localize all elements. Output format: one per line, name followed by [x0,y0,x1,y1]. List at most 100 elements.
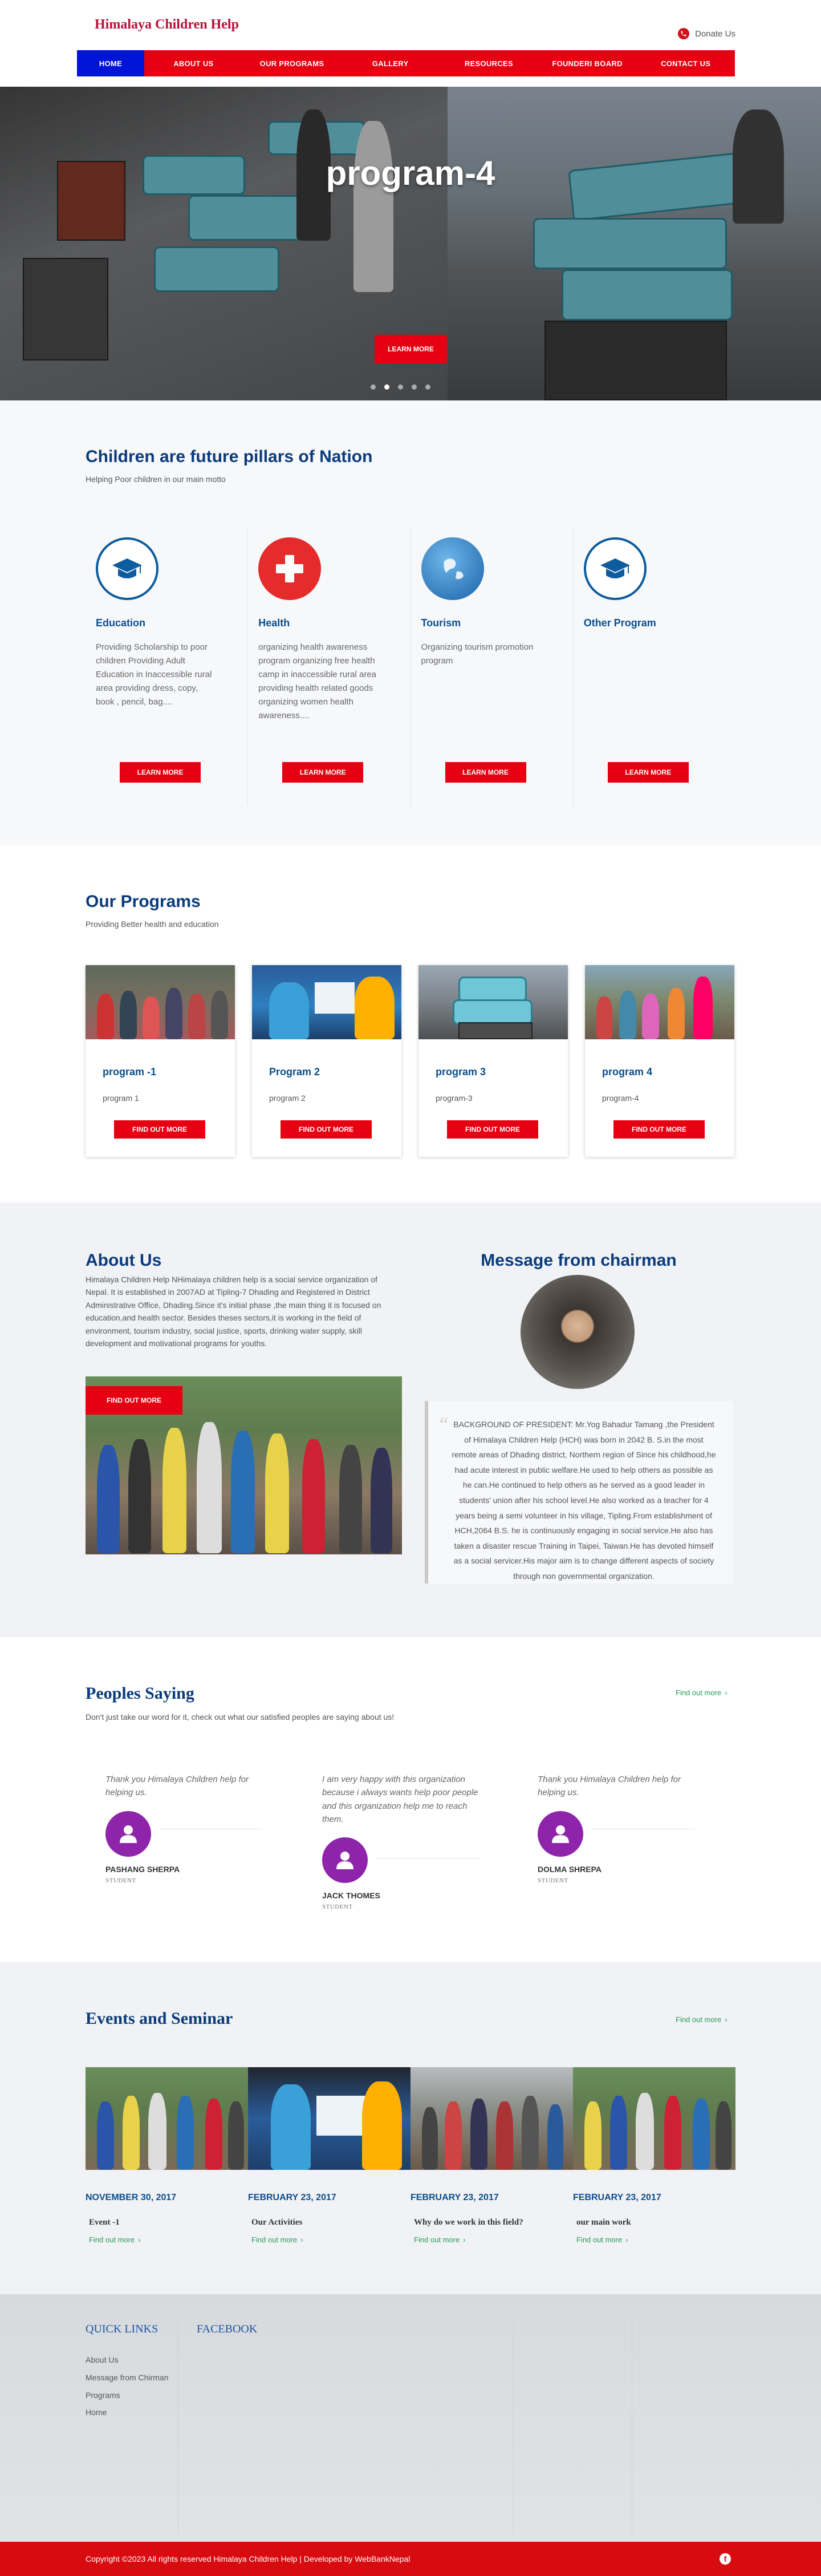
program-find-out-more-button[interactable]: FIND OUT MORE [281,1120,372,1139]
event-card[interactable]: FEBRUARY 23, 2017 Why do we work in this… [410,2067,573,2244]
testimonial-card: I am very happy with this organization b… [322,1773,482,1910]
program-title: program -1 [103,1066,157,1078]
program-card[interactable]: program -1 program 1 FIND OUT MORE [86,965,235,1157]
footer-link-programs[interactable]: Programs [86,2387,169,2404]
quote-icon: “ [440,1414,449,1435]
pillar-other-program: Other Program LEARN MORE [574,526,735,805]
chairman-message-text: BACKGROUND OF PRESIDENT: Mr.Yog Bahadur … [452,1420,716,1581]
hero-title: program-4 [326,154,495,192]
slider-dot[interactable] [371,384,376,390]
pillar-text: organizing health awareness program orga… [258,642,377,720]
program-image [252,965,401,1039]
program-find-out-more-button[interactable]: FIND OUT MORE [613,1120,705,1139]
chairman-message: “ BACKGROUND OF PRESIDENT: Mr.Yog Bahadu… [425,1401,733,1583]
hero-slider: program-4 LEARN MORE [0,87,821,400]
slider-dot-active[interactable] [384,384,389,390]
event-find-more-link[interactable]: Find out more › [576,2235,735,2244]
pillars-section: Children are future pillars of Nation He… [0,400,821,845]
testimonial-name: JACK THOMES [322,1891,380,1900]
slider-dot[interactable] [425,384,430,390]
program-card[interactable]: program 4 program-4 FIND OUT MORE [585,965,734,1157]
program-find-out-more-button[interactable]: FIND OUT MORE [447,1120,538,1139]
footer-link-home[interactable]: Home [86,2404,169,2421]
pillar-learn-more-button[interactable]: LEARN MORE [607,762,689,783]
event-card[interactable]: NOVEMBER 30, 2017 Event -1 Find out more… [86,2067,248,2244]
program-image [585,965,734,1039]
event-date: NOVEMBER 30, 2017 [86,2193,177,2202]
testimonial-name: DOLMA SHREPA [538,1864,601,1874]
event-image [248,2067,410,2170]
event-title: Event -1 [89,2218,120,2227]
chevron-right-icon: › [138,2235,141,2244]
footer-link-about-us[interactable]: About Us [86,2351,169,2369]
program-find-out-more-button[interactable]: FIND OUT MORE [114,1120,205,1139]
testimonial-role: STUDENT [538,1877,568,1884]
slider-dot[interactable] [412,384,417,390]
slider-dot[interactable] [398,384,403,390]
program-text: program 1 [103,1093,139,1103]
nav-gallery[interactable]: GALLERY [341,50,440,76]
pillar-name: Tourism [421,617,461,629]
events-section: Events and Seminar Find out more › NOVEM… [0,1962,821,2294]
program-card[interactable]: program 3 program-3 FIND OUT MORE [418,965,568,1157]
program-title: Program 2 [269,1066,320,1078]
event-find-more-link[interactable]: Find out more › [414,2235,573,2244]
event-date: FEBRUARY 23, 2017 [410,2193,499,2202]
site-footer: QUICK LINKS FACEBOOK About Us Message fr… [0,2294,821,2542]
nav-our-programs[interactable]: OUR PROGRAMS [243,50,342,76]
pillar-name: Health [258,617,290,629]
pillar-name: Education [96,617,146,629]
graduation-cap-icon [96,537,158,600]
user-avatar-icon [322,1837,368,1883]
main-nav: HOME ABOUT US OUR PROGRAMS GALLERY RESOU… [77,50,735,76]
testimonial-card: Thank you Himalaya Children help for hel… [105,1773,265,1884]
nav-founder-board[interactable]: FOUNDERI BOARD [538,50,637,76]
program-text: program-4 [602,1093,639,1103]
copyright-bar: Copyright ©2023 All rights reserved Hima… [0,2542,821,2576]
pillar-name: Other Program [583,617,656,629]
event-title: our main work [576,2218,631,2227]
programs-section: Our Programs Providing Better health and… [0,845,821,1202]
program-text: program-3 [436,1093,473,1103]
event-card[interactable]: FEBRUARY 23, 2017 Our Activities Find ou… [248,2067,410,2244]
chevron-right-icon: › [300,2235,303,2244]
programs-subtitle: Providing Better health and education [86,920,219,929]
event-find-more-link[interactable]: Find out more › [89,2235,248,2244]
facebook-icon[interactable]: f [720,2553,731,2565]
testimonials-find-more-link[interactable]: Find out more › [676,1688,727,1697]
pillar-learn-more-button[interactable]: LEARN MORE [120,762,201,783]
program-image [86,965,235,1039]
footer-link-message-from-chairman[interactable]: Message from Chirman [86,2369,169,2387]
event-card[interactable]: FEBRUARY 23, 2017 our main work Find out… [573,2067,735,2244]
testimonials-title: Peoples Saying [86,1684,194,1703]
about-section: About Us Himalaya Children Help NHimalay… [0,1202,821,1637]
nav-home[interactable]: HOME [77,50,144,76]
event-title: Why do we work in this field? [414,2218,523,2227]
nav-resources[interactable]: RESOURCES [440,50,538,76]
hero-learn-more-button[interactable]: LEARN MORE [375,335,447,363]
site-logo[interactable]: Himalaya Children Help [95,17,239,33]
event-find-more-link[interactable]: Find out more › [251,2235,410,2244]
donate-link[interactable]: Donate Us [678,28,735,39]
about-text: Himalaya Children Help NHimalaya childre… [86,1275,381,1348]
program-card[interactable]: Program 2 program 2 FIND OUT MORE [252,965,401,1157]
site-header: Himalaya Children Help Donate Us [0,0,821,50]
testimonial-quote: Thank you Himalaya Children help for hel… [105,1775,249,1798]
nav-about-us[interactable]: ABOUT US [144,50,243,76]
quick-links-title: QUICK LINKS [86,2323,158,2335]
events-title: Events and Seminar [86,2009,233,2028]
nav-contact-us[interactable]: CONTACT US [636,50,735,76]
event-image [573,2067,735,2170]
pillar-learn-more-button[interactable]: LEARN MORE [282,762,364,783]
events-find-more-link[interactable]: Find out more › [676,2015,727,2024]
program-text: program 2 [269,1093,306,1103]
about-find-out-more-button[interactable]: FIND OUT MORE [86,1386,182,1415]
chairman-photo [521,1275,635,1389]
testimonial-card: Thank you Himalaya Children help for hel… [538,1773,697,1884]
testimonials-subtitle: Don't just take our word for it, check o… [86,1712,395,1722]
programs-title: Our Programs [86,892,201,911]
pillar-health: Health organizing health awareness progr… [248,526,411,805]
chevron-right-icon: › [725,2015,727,2024]
globe-icon [421,537,484,600]
pillar-learn-more-button[interactable]: LEARN MORE [445,762,526,783]
